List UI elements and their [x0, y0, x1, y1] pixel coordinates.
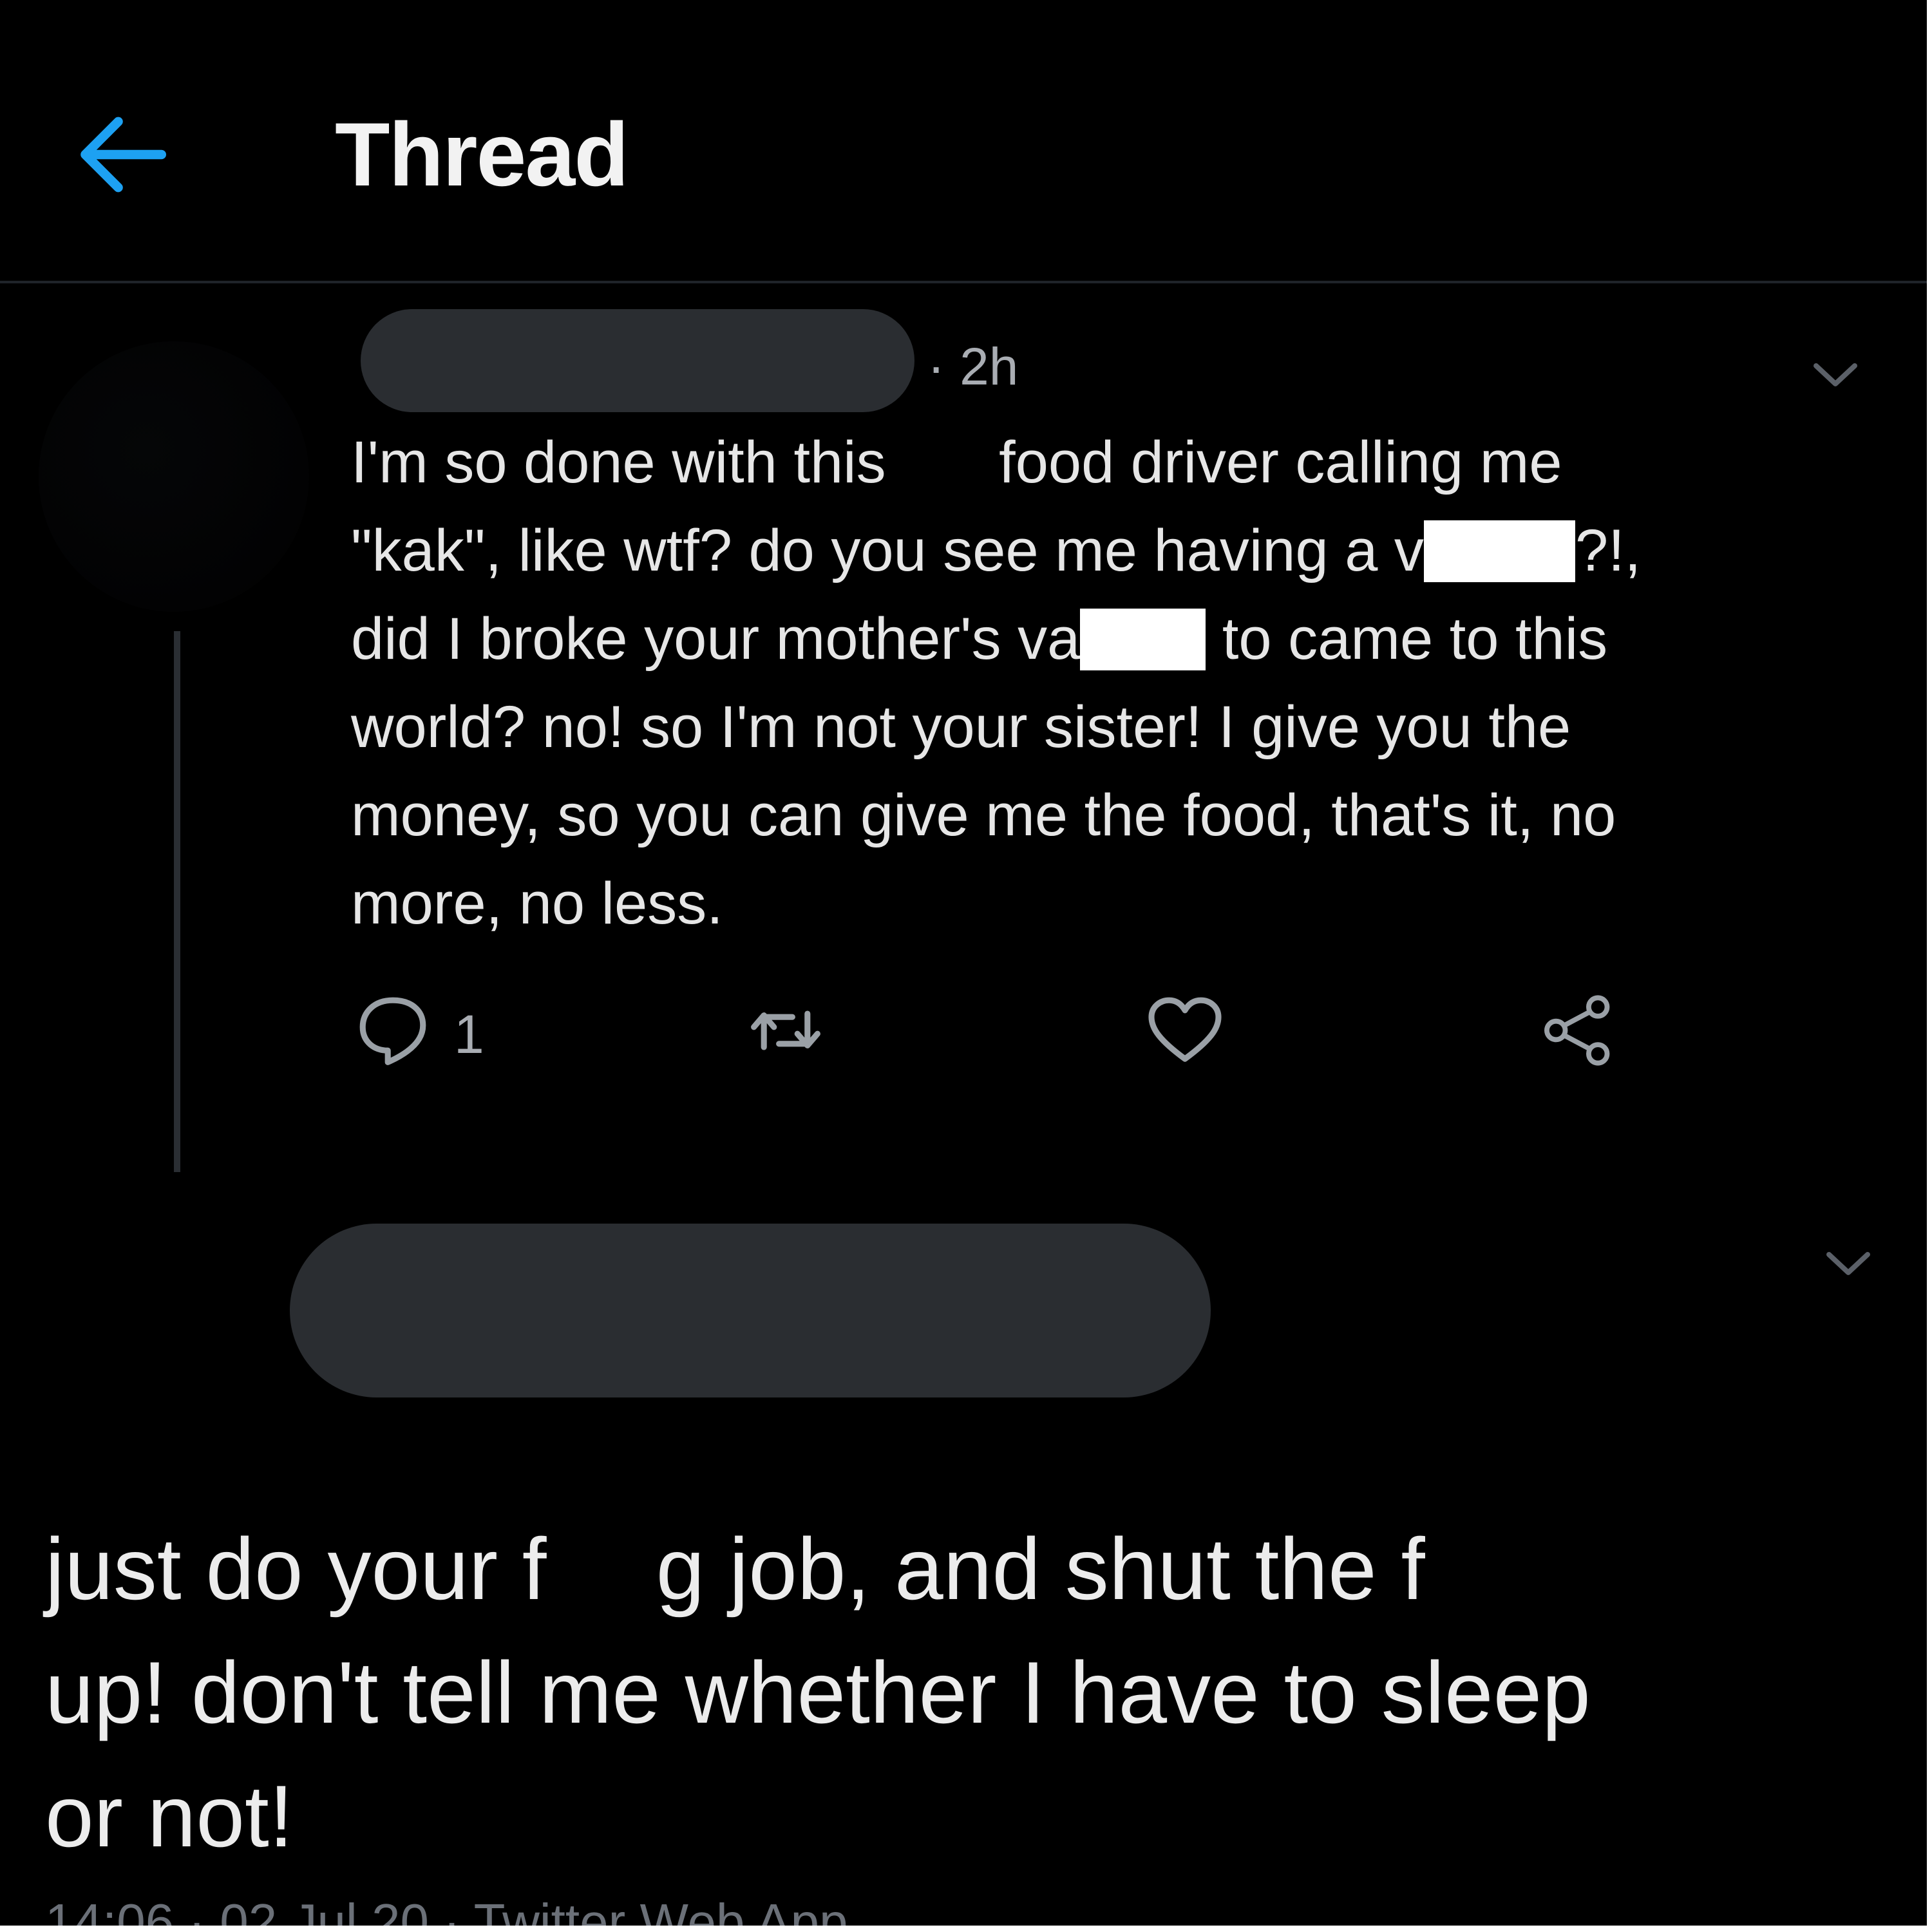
tweet-text-line: money, so you can give me the food, that…	[351, 782, 1616, 848]
tweet-menu-button[interactable]	[1803, 341, 1868, 406]
censor-smudge	[902, 435, 999, 498]
tweet-text-line: up! don't tell me whether I have to slee…	[45, 1643, 1591, 1741]
avatar[interactable]	[39, 341, 309, 612]
tweet-text-segment: ?!,	[1575, 518, 1642, 583]
tweet-metadata: 14:06 · 02 Jul 20 · Twitter Web App	[45, 1893, 848, 1926]
tweet-text: I'm so done with this food driver callin…	[351, 419, 1819, 948]
tweet-text-segment: did I broke your mother's va	[351, 606, 1081, 672]
tweet-text-segment: food driver calling me	[999, 430, 1562, 495]
tweet-text-line: world? no! so I'm not your sister! I giv…	[351, 694, 1571, 760]
username-redacted	[290, 1224, 1211, 1397]
tweet-text: just do your f g job, and shut the f up! …	[45, 1507, 1900, 1878]
tweet-text-segment: just do your f	[45, 1520, 547, 1618]
tweet-text-line: just do your f g job, and shut the f	[45, 1507, 1900, 1631]
like-button[interactable]	[1143, 979, 1246, 1082]
tweet-text-line: or not!	[45, 1767, 294, 1865]
tweet-menu-button[interactable]	[1816, 1230, 1880, 1294]
tweet-actions: 1	[351, 979, 1703, 1082]
tweet-text-segment: I'm so done with this	[351, 430, 903, 495]
thread-header: Thread	[0, 0, 1927, 283]
thread-screen: Thread · 2h I'm so done with this food d…	[0, 0, 1927, 1926]
tweet-text-line: did I broke your mother's va to came to …	[351, 595, 1819, 683]
heart-icon	[1148, 997, 1222, 1062]
censor-block	[1080, 608, 1206, 670]
page-title: Thread	[335, 104, 629, 205]
reply-count: 1	[454, 1004, 484, 1065]
retweet-button[interactable]	[744, 979, 847, 1082]
username-redacted	[361, 309, 914, 412]
tweet-text-segment: "kak", like wtf? do you see me having a …	[351, 518, 1424, 583]
retweet-icon	[751, 1010, 820, 1050]
thread-connector-line	[174, 631, 180, 1172]
tweet-timestamp[interactable]: · 2h	[927, 335, 1018, 399]
tweet-text-line: "kak", like wtf? do you see me having a …	[351, 507, 1819, 595]
tweet-text-segment: g job, and shut the f	[656, 1520, 1426, 1618]
share-button[interactable]	[1536, 979, 1639, 1082]
chevron-down-icon	[1826, 1252, 1870, 1275]
arrow-left-icon	[80, 117, 166, 193]
reply-icon	[359, 997, 426, 1065]
back-button[interactable]	[71, 103, 174, 206]
tweet-text-line: more, no less.	[351, 871, 723, 936]
tweet-text-line: I'm so done with this food driver callin…	[351, 419, 1819, 507]
tweet[interactable]: just do your f g job, and shut the f up! …	[0, 1185, 1927, 1926]
tweet[interactable]: · 2h I'm so done with this food driver c…	[0, 283, 1927, 1185]
censor-block	[1423, 520, 1575, 582]
tweet-text-segment: to came to this	[1206, 606, 1608, 672]
share-icon	[1544, 995, 1610, 1066]
censor-smudge	[546, 1534, 656, 1618]
chevron-down-icon	[1814, 363, 1857, 386]
censor-smudge	[1425, 1534, 1529, 1618]
reply-button[interactable]: 1	[351, 979, 544, 1082]
